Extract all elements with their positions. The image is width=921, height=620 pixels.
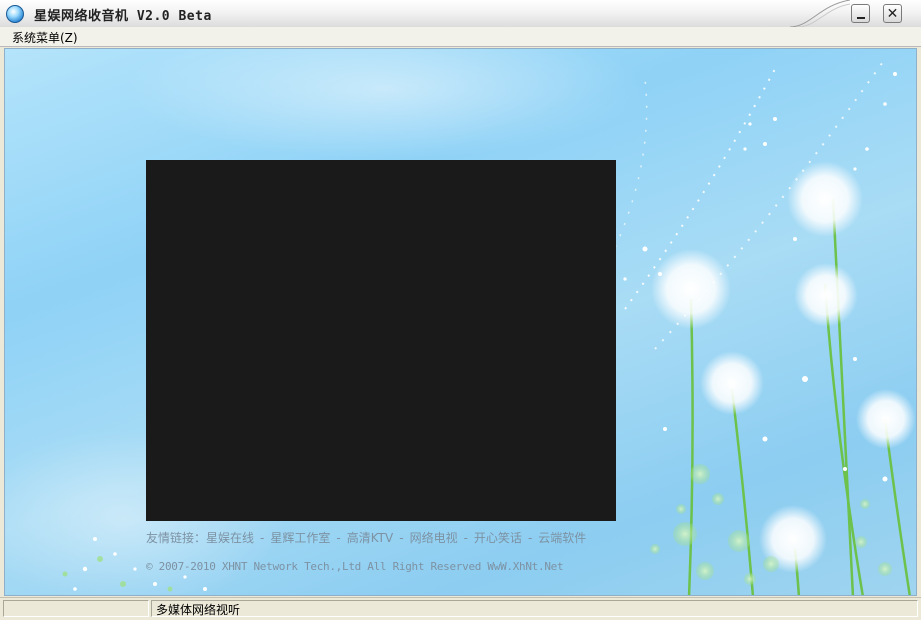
friend-link[interactable]: 高清KTV <box>347 529 393 546</box>
friend-links: 友情链接：星娱在线 - 星辉工作室 - 高清KTV - 网络电视 - 开心笑话 - 云端软件 <box>146 529 586 546</box>
menu-bar: 系统菜单(Z) <box>0 27 921 47</box>
friend-link[interactable]: 星辉工作室 <box>270 529 330 546</box>
title-bar[interactable]: 星娱网络收音机 V2.0 Beta ✕ <box>0 0 921 28</box>
title-bar-decoration <box>790 0 850 27</box>
main-panel: 友情链接：星娱在线 - 星辉工作室 - 高清KTV - 网络电视 - 开心笑话 - 云端软件 © 2… <box>4 48 917 596</box>
video-display[interactable] <box>146 160 616 521</box>
friend-links-label: 友情链接： <box>146 531 207 545</box>
copyright-text: © 2007-2010 XHNT Network Tech.,Ltd All R… <box>146 560 564 573</box>
status-bar: 多媒体网络视听 <box>0 597 921 620</box>
link-separator: - <box>336 531 341 545</box>
close-icon: ✕ <box>886 5 899 22</box>
status-panel-right: 多媒体网络视听 <box>151 600 918 617</box>
link-separator: - <box>399 531 404 545</box>
link-separator: - <box>463 531 468 545</box>
globe-icon[interactable] <box>6 5 24 23</box>
minimize-icon <box>856 16 865 19</box>
link-separator: - <box>527 531 533 545</box>
friend-link[interactable]: 网络电视 <box>410 529 458 546</box>
status-text-right: 多媒体网络视听 <box>156 603 241 617</box>
link-separator: - <box>260 531 265 545</box>
friend-link[interactable]: 星娱在线 <box>206 529 254 546</box>
friend-link[interactable]: 开心笑话 <box>474 529 522 546</box>
menu-item-system[interactable]: 系统菜单(Z) <box>12 29 78 46</box>
status-panel-left <box>3 600 149 617</box>
window-title: 星娱网络收音机 V2.0 Beta <box>34 9 212 24</box>
close-button[interactable]: ✕ <box>883 4 902 23</box>
minimize-button[interactable] <box>851 4 870 23</box>
friend-link[interactable]: 云端软件 <box>538 529 586 546</box>
